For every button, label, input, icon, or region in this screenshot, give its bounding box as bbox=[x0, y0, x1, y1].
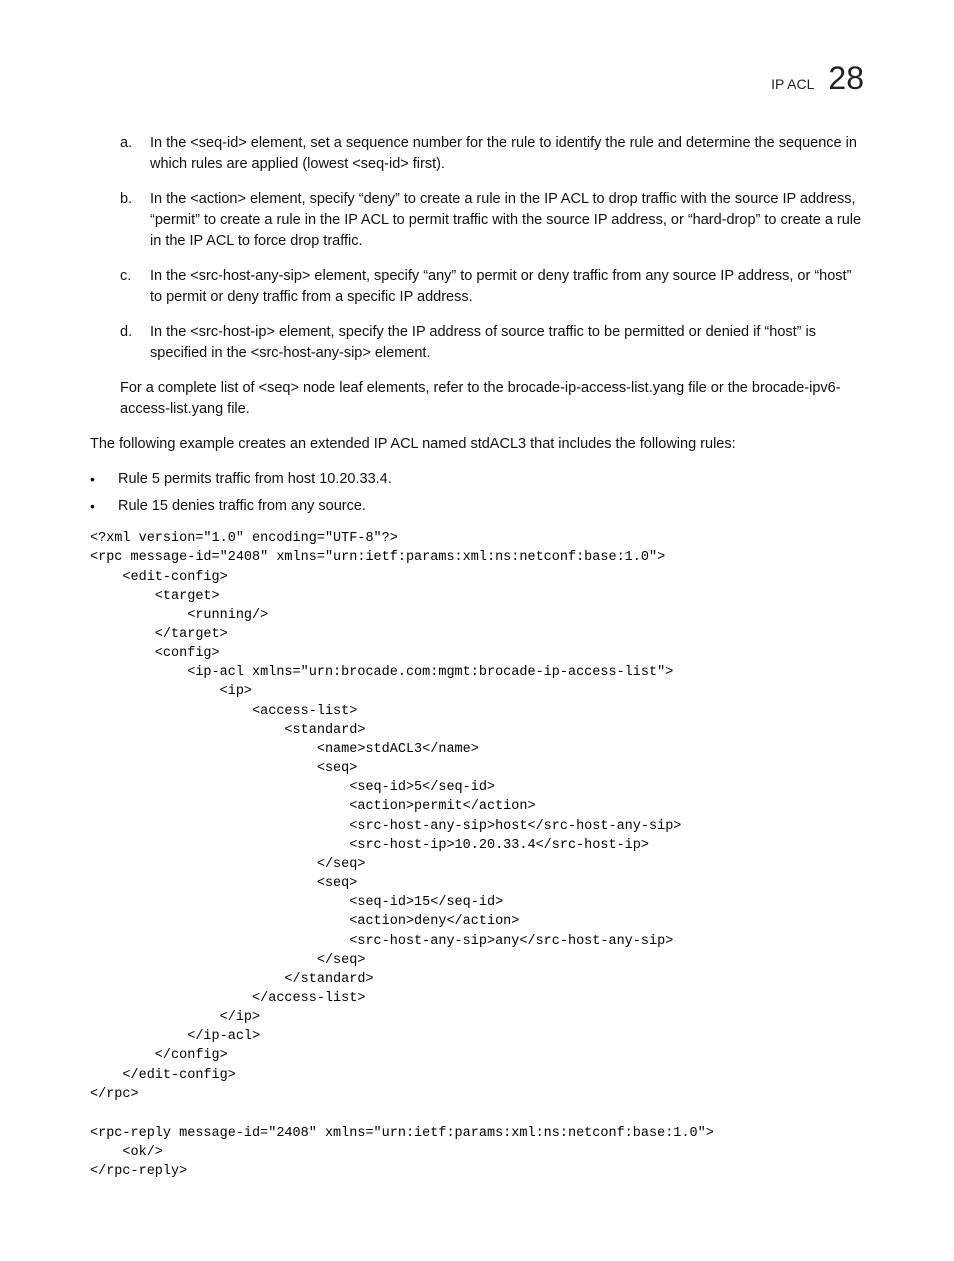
step-item: b. In the <action> element, specify “den… bbox=[120, 189, 864, 252]
page-content: a. In the <seq-id> element, set a sequen… bbox=[90, 133, 864, 1181]
step-marker: d. bbox=[120, 322, 138, 364]
header-section: IP ACL bbox=[771, 76, 814, 92]
rule-item: • Rule 15 denies traffic from any source… bbox=[90, 496, 864, 517]
rule-text: Rule 5 permits traffic from host 10.20.3… bbox=[118, 469, 864, 490]
bullet-icon: • bbox=[90, 496, 104, 517]
page-header: IP ACL 28 bbox=[90, 60, 864, 97]
step-marker: b. bbox=[120, 189, 138, 252]
rule-item: • Rule 5 permits traffic from host 10.20… bbox=[90, 469, 864, 490]
step-item: c. In the <src-host-any-sip> element, sp… bbox=[120, 266, 864, 308]
code-block-request: <?xml version="1.0" encoding="UTF-8"?> <… bbox=[90, 529, 864, 1104]
note-paragraph: For a complete list of <seq> node leaf e… bbox=[120, 378, 864, 420]
step-item: a. In the <seq-id> element, set a sequen… bbox=[120, 133, 864, 175]
step-text: In the <seq-id> element, set a sequence … bbox=[150, 133, 864, 175]
step-marker: a. bbox=[120, 133, 138, 175]
rule-text: Rule 15 denies traffic from any source. bbox=[118, 496, 864, 517]
step-text: In the <action> element, specify “deny” … bbox=[150, 189, 864, 252]
rule-bullet-list: • Rule 5 permits traffic from host 10.20… bbox=[90, 469, 864, 517]
step-text: In the <src-host-ip> element, specify th… bbox=[150, 322, 864, 364]
bullet-icon: • bbox=[90, 469, 104, 490]
step-text: In the <src-host-any-sip> element, speci… bbox=[150, 266, 864, 308]
header-chapter-number: 28 bbox=[828, 60, 864, 97]
step-marker: c. bbox=[120, 266, 138, 308]
example-intro: The following example creates an extende… bbox=[90, 434, 864, 455]
page: IP ACL 28 a. In the <seq-id> element, se… bbox=[0, 0, 954, 1261]
step-item: d. In the <src-host-ip> element, specify… bbox=[120, 322, 864, 364]
alpha-step-list: a. In the <seq-id> element, set a sequen… bbox=[120, 133, 864, 364]
code-block-reply: <rpc-reply message-id="2408" xmlns="urn:… bbox=[90, 1124, 864, 1181]
